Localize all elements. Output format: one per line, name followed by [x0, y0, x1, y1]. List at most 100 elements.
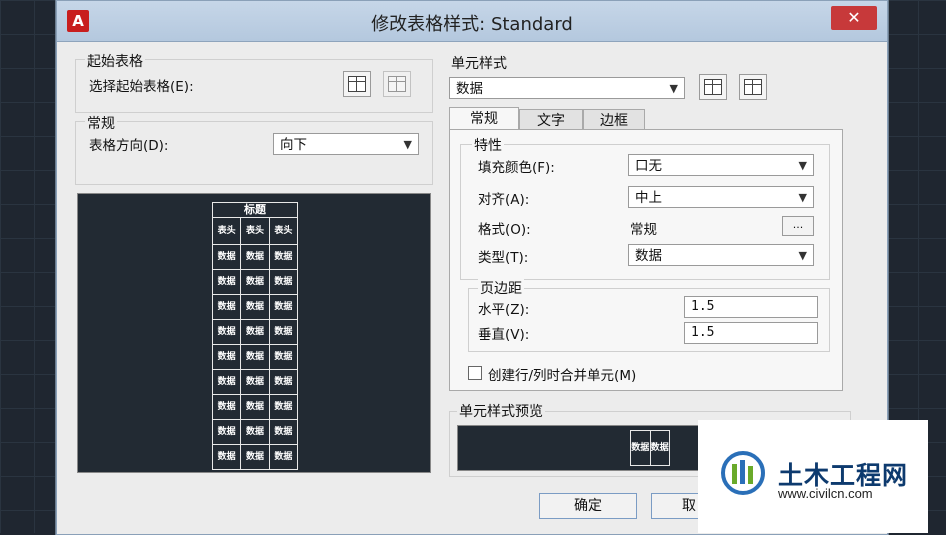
cell-preview-cell: 数据: [630, 430, 651, 466]
close-button[interactable]: ✕: [831, 6, 877, 30]
tab-general[interactable]: 常规: [449, 107, 519, 131]
preview-data-cell: 数据: [211, 244, 242, 270]
preview-data-row: 数据 数据 数据: [211, 294, 299, 320]
format-value: 常规: [630, 222, 657, 238]
cell-style-select[interactable]: 数据 ▼: [449, 77, 685, 99]
preview-header-row: 表头 表头 表头: [211, 217, 299, 245]
chevron-down-icon: ▼: [798, 191, 807, 204]
preview-data-cell: 数据: [211, 294, 242, 320]
merge-cells-label: 创建行/列时合并单元(M): [488, 368, 637, 384]
dialog-title: 修改表格样式: Standard: [371, 14, 573, 35]
table-preview: 标题 表头 表头 表头 数据 数据 数据 数据 数据 数据 数据 数据 数据 数据 数据 数据 数据 数据 数据…: [77, 193, 431, 473]
vertical-margin-label: 垂直(V):: [478, 327, 530, 343]
preview-data-cell: 数据: [268, 344, 299, 370]
create-cell-style-icon: [704, 79, 722, 95]
table-direction-label: 表格方向(D):: [89, 138, 169, 154]
civilcn-logo-icon: [721, 451, 765, 495]
preview-data-cell: 数据: [211, 419, 242, 445]
merge-cells-checkbox[interactable]: [468, 366, 482, 380]
preview-data-cell: 数据: [240, 369, 270, 395]
preview-data-cell: 数据: [240, 269, 270, 295]
horizontal-margin-input[interactable]: 1.5: [684, 296, 818, 318]
type-value: 数据: [635, 248, 662, 264]
create-cell-style-button[interactable]: [699, 74, 727, 100]
chevron-down-icon: ▼: [403, 138, 412, 151]
vertical-margin-input[interactable]: 1.5: [684, 322, 818, 344]
preview-header-cell: 表头: [211, 217, 242, 245]
preview-data-cell: 数据: [268, 319, 299, 345]
alignment-value: 中上: [635, 190, 662, 206]
preview-data-row: 数据 数据 数据: [211, 444, 299, 470]
type-select[interactable]: 数据 ▼: [628, 244, 814, 266]
cell-preview-group-title: 单元样式预览: [457, 401, 545, 421]
tab-borders[interactable]: 边框: [583, 109, 645, 131]
preview-data-cell: 数据: [268, 244, 299, 270]
chevron-down-icon: ▼: [798, 249, 807, 262]
start-table-group-title: 起始表格: [85, 51, 145, 71]
preview-header-cell: 表头: [240, 217, 270, 245]
preview-data-cell: 数据: [268, 269, 299, 295]
preview-data-row: 数据 数据 数据: [211, 419, 299, 445]
cell-style-title: 单元样式: [449, 53, 509, 73]
cell-preview-graphic: 数据 数据: [630, 430, 670, 466]
preview-data-cell: 数据: [211, 319, 242, 345]
preview-data-cell: 数据: [268, 419, 299, 445]
type-label: 类型(T):: [478, 250, 529, 266]
select-table-icon: [348, 76, 366, 92]
alignment-select[interactable]: 中上 ▼: [628, 186, 814, 208]
ok-button[interactable]: 确定: [539, 493, 637, 519]
cell-preview-cell: 数据: [649, 430, 670, 466]
site-watermark: 土木工程网 www.civilcn.com: [698, 420, 928, 533]
select-table-button[interactable]: [343, 71, 371, 97]
preview-data-cell: 数据: [268, 369, 299, 395]
preview-data-row: 数据 数据 数据: [211, 394, 299, 420]
preview-data-cell: 数据: [240, 419, 270, 445]
properties-group-title: 特性: [472, 135, 504, 155]
remove-table-button[interactable]: [383, 71, 411, 97]
preview-data-cell: 数据: [240, 444, 270, 470]
fill-color-label: 填充颜色(F):: [478, 160, 555, 176]
chevron-down-icon: ▼: [798, 159, 807, 172]
preview-data-cell: 数据: [211, 444, 242, 470]
select-start-table-label: 选择起始表格(E):: [89, 79, 194, 95]
cell-preview-row: 数据 数据: [630, 430, 670, 466]
alignment-label: 对齐(A):: [478, 192, 530, 208]
preview-header-cell: 表头: [268, 217, 299, 245]
preview-data-cell: 数据: [240, 319, 270, 345]
margins-group-title: 页边距: [478, 278, 524, 298]
chevron-down-icon: ▼: [669, 82, 678, 95]
remove-table-icon: [388, 76, 406, 92]
preview-data-cell: 数据: [240, 244, 270, 270]
general-tab-panel: 特性 填充颜色(F): 口无 ▼ 对齐(A): 中上 ▼ 格式(O): 常规 .…: [449, 129, 843, 391]
table-direction-select[interactable]: 向下 ▼: [273, 133, 419, 155]
preview-title-cell: 标题: [212, 202, 298, 218]
preview-data-cell: 数据: [211, 344, 242, 370]
preview-data-cell: 数据: [240, 394, 270, 420]
format-browse-button[interactable]: ...: [782, 216, 814, 236]
preview-table-graphic: 标题 表头 表头 表头 数据 数据 数据 数据 数据 数据 数据 数据 数据 数据 数据 数据 数据 数据 数据…: [211, 202, 299, 470]
table-direction-value: 向下: [280, 137, 307, 153]
fill-color-select[interactable]: 口无 ▼: [628, 154, 814, 176]
preview-data-cell: 数据: [211, 269, 242, 295]
tab-text[interactable]: 文字: [519, 109, 583, 131]
manage-cell-styles-icon: [744, 79, 762, 95]
preview-data-row: 数据 数据 数据: [211, 369, 299, 395]
preview-data-cell: 数据: [211, 369, 242, 395]
preview-data-cell: 数据: [211, 394, 242, 420]
cell-style-value: 数据: [456, 81, 483, 97]
preview-data-cell: 数据: [240, 344, 270, 370]
preview-data-row: 数据 数据 数据: [211, 269, 299, 295]
preview-data-cell: 数据: [268, 394, 299, 420]
format-label: 格式(O):: [478, 222, 531, 238]
preview-data-cell: 数据: [268, 294, 299, 320]
title-bar: A 修改表格样式: Standard ✕: [57, 1, 887, 42]
manage-cell-styles-button[interactable]: [739, 74, 767, 100]
preview-data-row: 数据 数据 数据: [211, 344, 299, 370]
general-group-title: 常规: [85, 113, 117, 133]
preview-data-row: 数据 数据 数据: [211, 244, 299, 270]
horizontal-margin-label: 水平(Z):: [478, 302, 530, 318]
watermark-url: www.civilcn.com: [778, 486, 873, 501]
fill-color-value: 口无: [635, 158, 662, 174]
preview-data-cell: 数据: [268, 444, 299, 470]
preview-data-row: 数据 数据 数据: [211, 319, 299, 345]
